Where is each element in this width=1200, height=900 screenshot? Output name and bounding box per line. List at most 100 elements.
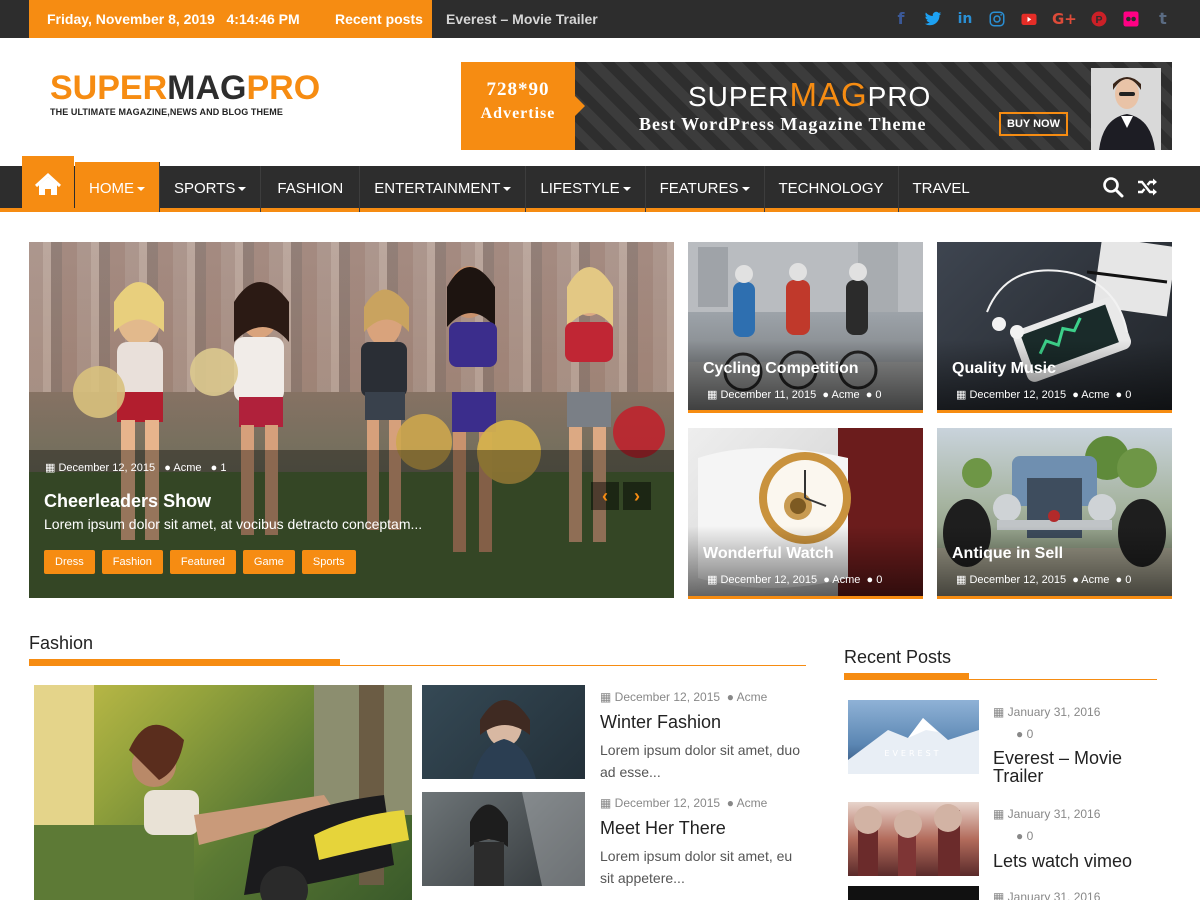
tag-sports[interactable]: Sports [301, 550, 356, 574]
card-title[interactable]: Quality Music [952, 360, 1056, 378]
youtube-icon[interactable] [1020, 10, 1038, 28]
fashion-section-title[interactable]: Fashion [29, 633, 93, 654]
card-title[interactable]: Antique in Sell [952, 545, 1063, 563]
card-comments[interactable]: 0 [1125, 574, 1131, 586]
card-author[interactable]: Acme [1081, 389, 1109, 401]
slider-prev-button[interactable]: ‹ [591, 482, 619, 510]
google-plus-icon[interactable]: G+ [1052, 10, 1077, 28]
nav-menu: HOME SPORTS FASHION ENTERTAINMENT LIFEST… [75, 162, 984, 212]
post-author[interactable]: Acme [737, 796, 768, 810]
facebook-icon[interactable]: f [892, 10, 910, 28]
featured-card-watch[interactable]: Wonderful Watch ▦ December 12, 2015 ● Ac… [688, 428, 923, 599]
hero-post-excerpt: Lorem ipsum dolor sit amet, at vocibus d… [44, 516, 423, 532]
nav-item-technology[interactable]: TECHNOLOGY [765, 166, 899, 212]
recent-post-date-text[interactable]: January 31, 2016 [1008, 890, 1101, 900]
featured-card-music[interactable]: Quality Music ▦ December 12, 2015 ● Acme… [937, 242, 1172, 413]
shuffle-icon[interactable] [1136, 176, 1158, 198]
thumb-image-vimeo [854, 804, 962, 876]
nav-item-label: ENTERTAINMENT [374, 180, 501, 197]
card-date[interactable]: December 12, 2015 [969, 574, 1066, 586]
home-button[interactable] [22, 156, 74, 212]
post-author[interactable]: Acme [737, 690, 768, 704]
recent-post-date-text[interactable]: January 31, 2016 [1008, 807, 1101, 821]
nav-item-lifestyle[interactable]: LIFESTYLE [526, 166, 646, 212]
recent-post-comments: ● 0 [1016, 727, 1034, 741]
nav-item-entertainment[interactable]: ENTERTAINMENT [360, 166, 527, 212]
post-date[interactable]: December 12, 2015 [615, 690, 720, 704]
tag-featured[interactable]: Featured [169, 550, 236, 574]
hero-post-author[interactable]: Acme [173, 462, 201, 474]
chevron-down-icon [741, 187, 750, 192]
featured-card-antique[interactable]: Antique in Sell ▦ December 12, 2015 ● Ac… [937, 428, 1172, 599]
fashion-post-thumb-meet[interactable] [422, 792, 585, 886]
svg-text:P: P [1095, 14, 1102, 26]
card-date[interactable]: December 11, 2015 [720, 389, 816, 401]
recent-post-thumb[interactable] [848, 886, 979, 900]
slider-next-button[interactable]: › [623, 482, 651, 510]
twitter-icon[interactable] [924, 10, 942, 28]
pinterest-icon[interactable]: P [1090, 10, 1108, 28]
hero-post-title[interactable]: Cheerleaders Show [44, 491, 211, 512]
card-date[interactable]: December 12, 2015 [720, 574, 817, 586]
fashion-featured-image[interactable] [34, 685, 412, 900]
nav-item-travel[interactable]: TRAVEL [899, 166, 984, 212]
nav-item-home[interactable]: HOME [75, 162, 160, 212]
site-logo[interactable]: SUPERMAGPRO THE ULTIMATE MAGAZINE,NEWS A… [50, 70, 320, 117]
tag-dress[interactable]: Dress [44, 550, 95, 574]
card-meta: ▦ December 12, 2015 ● Acme ● 0 [956, 574, 1132, 586]
banner-title-mag: MAG [789, 76, 868, 113]
recent-post-date-text[interactable]: January 31, 2016 [1008, 705, 1101, 719]
recent-post-title[interactable]: Everest – Movie Trailer [993, 749, 1163, 785]
recent-post-date: ▦ January 31, 2016 [993, 890, 1100, 900]
chevron-down-icon [503, 187, 512, 192]
recent-post-comments-count[interactable]: 0 [1027, 727, 1034, 741]
featured-card-cycling[interactable]: Cycling Competition ▦ December 11, 2015 … [688, 242, 923, 413]
recent-post-thumb[interactable]: EVEREST [848, 700, 979, 774]
banner-person-image [1091, 68, 1161, 150]
top-bar: Friday, November 8, 2019 4:14:46 PM Rece… [0, 0, 1200, 38]
slider-controls: ‹ › [591, 482, 651, 510]
card-meta: ▦ December 12, 2015 ● Acme ● 0 [956, 389, 1132, 401]
card-comments[interactable]: 0 [876, 574, 882, 586]
fashion-post-title[interactable]: Winter Fashion [600, 712, 721, 733]
card-author[interactable]: Acme [832, 574, 860, 586]
card-title[interactable]: Cycling Competition [703, 360, 859, 378]
nav-item-sports[interactable]: SPORTS [160, 166, 262, 212]
card-author[interactable]: Acme [831, 389, 859, 401]
card-author[interactable]: Acme [1081, 574, 1109, 586]
nav-item-features[interactable]: FEATURES [646, 166, 765, 212]
tag-game[interactable]: Game [242, 550, 295, 574]
logo-text-pro: PRO [246, 69, 321, 107]
card-date[interactable]: December 12, 2015 [969, 389, 1066, 401]
instagram-icon[interactable] [988, 10, 1006, 28]
fashion-post-excerpt: Lorem ipsum dolor sit amet, duo ad esse.… [600, 742, 800, 780]
post-date[interactable]: December 12, 2015 [615, 796, 720, 810]
banner-buy-now-button[interactable]: BUY NOW [999, 112, 1068, 136]
recent-post-title[interactable]: Lets watch vimeo [993, 852, 1163, 870]
banner-ad-size: 728*90 [486, 79, 550, 100]
fashion-post-thumb-winter[interactable] [422, 685, 585, 779]
nav-item-label: HOME [89, 180, 134, 197]
card-comments[interactable]: 0 [875, 389, 881, 401]
card-title[interactable]: Wonderful Watch [703, 545, 834, 563]
hero-post-comments[interactable]: 1 [220, 462, 226, 474]
current-time: 4:14:46 PM [226, 11, 300, 27]
card-meta: ▦ December 12, 2015 ● Acme ● 0 [707, 574, 883, 586]
tag-fashion[interactable]: Fashion [101, 550, 163, 574]
featured-slider[interactable]: ▦ December 12, 2015 ● Acme ● 1 Cheerlead… [29, 242, 674, 598]
ticker-post-link[interactable]: Everest – Movie Trailer [446, 0, 598, 38]
everest-thumb-text: EVEREST [884, 749, 941, 758]
fashion-post-title[interactable]: Meet Her There [600, 818, 726, 839]
nav-item-label: LIFESTYLE [540, 180, 620, 197]
recent-post-comments-count[interactable]: 0 [1027, 829, 1034, 843]
recent-post-thumb[interactable] [848, 802, 979, 876]
linkedin-icon[interactable]: in [956, 10, 974, 28]
search-icon[interactable] [1102, 176, 1124, 198]
flickr-icon[interactable] [1122, 10, 1140, 28]
fashion-post-meta: ▦ December 12, 2015 ● Acme [600, 796, 768, 810]
card-comments[interactable]: 0 [1125, 389, 1131, 401]
header-ad-banner[interactable]: 728*90 Advertise SUPERMAGPRO Best WordPr… [461, 62, 1172, 150]
tumblr-icon[interactable]: t [1154, 10, 1172, 28]
hero-post-date[interactable]: December 12, 2015 [58, 462, 155, 474]
nav-item-fashion[interactable]: FASHION [261, 166, 361, 212]
